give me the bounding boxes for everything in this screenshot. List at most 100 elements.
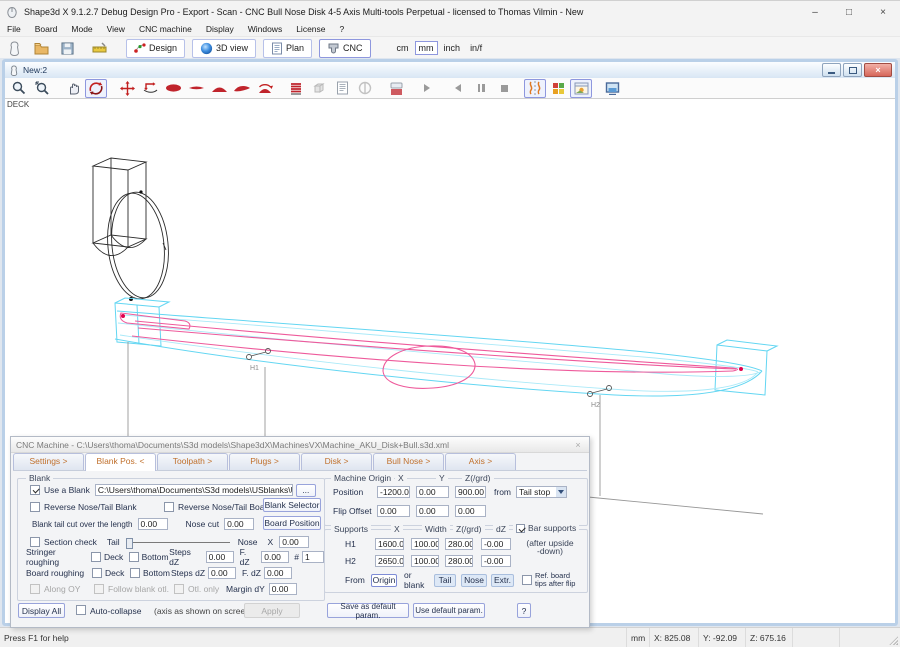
- tab-toolpath[interactable]: Toolpath >: [157, 453, 228, 470]
- nose-cut-field[interactable]: 0.00: [224, 518, 254, 530]
- unit-mm[interactable]: mm: [415, 41, 438, 55]
- blank-view-button[interactable]: [308, 79, 330, 98]
- toolpath-button[interactable]: [385, 79, 407, 98]
- title-bar[interactable]: Shape3d X 9.1.2.7 Debug Design Pro - Exp…: [0, 1, 900, 23]
- unit-inch[interactable]: inch: [440, 41, 465, 55]
- resize-grip[interactable]: [886, 628, 900, 647]
- blank-path-field[interactable]: C:\Users\thoma\Documents\S3d models\USbl…: [95, 484, 293, 496]
- bar-supports-checkbox[interactable]: [516, 524, 525, 533]
- h2-dz-field[interactable]: -0.00: [481, 555, 511, 567]
- h2-z-field[interactable]: 280.00: [445, 555, 473, 567]
- flip-y-field[interactable]: 0.00: [416, 505, 449, 517]
- deck-view-button[interactable]: [208, 79, 230, 98]
- play-backward-button[interactable]: [447, 79, 469, 98]
- color-layers-button[interactable]: [547, 79, 569, 98]
- board-steps-field[interactable]: 0.00: [208, 567, 236, 579]
- position-x-field[interactable]: -1200.00: [377, 486, 410, 498]
- use-default-button[interactable]: Use default param.: [413, 603, 485, 618]
- from-tail-button[interactable]: Tail: [434, 574, 456, 587]
- translate-board-button[interactable]: [116, 79, 138, 98]
- menu-cnc-machine[interactable]: CNC machine: [132, 23, 199, 36]
- h1-dz-field[interactable]: -0.00: [481, 538, 511, 550]
- board-deck-checkbox[interactable]: [92, 568, 102, 578]
- display-all-button[interactable]: Display All: [18, 603, 65, 618]
- 3d-view-button[interactable]: 3D view: [192, 39, 256, 58]
- h2-x-field[interactable]: 2650.00: [375, 555, 404, 567]
- pause-button[interactable]: [470, 79, 492, 98]
- reverse-blank-checkbox[interactable]: [30, 502, 40, 512]
- slices-button[interactable]: [285, 79, 307, 98]
- board-position-button[interactable]: Board Position: [263, 516, 321, 530]
- outline-view-button[interactable]: [162, 79, 184, 98]
- apply-button[interactable]: Apply: [244, 603, 300, 618]
- section-x-field[interactable]: 0.00: [279, 536, 309, 548]
- menu-display[interactable]: Display: [199, 23, 241, 36]
- blank-selector-button[interactable]: Blank Selector: [263, 498, 321, 512]
- menu-view[interactable]: View: [100, 23, 132, 36]
- design-mode-button[interactable]: Design: [126, 39, 185, 58]
- save-button[interactable]: [58, 40, 76, 56]
- fullscreen-button[interactable]: [601, 79, 623, 98]
- tab-axis[interactable]: Axis >: [445, 453, 516, 470]
- along-oy-checkbox[interactable]: [30, 584, 40, 594]
- tab-disk[interactable]: Disk >: [301, 453, 372, 470]
- menu-windows[interactable]: Windows: [241, 23, 289, 36]
- stringer-deck-checkbox[interactable]: [91, 552, 101, 562]
- dimensions-button[interactable]: [90, 40, 108, 56]
- stringer-fdz-field[interactable]: 0.00: [261, 551, 289, 563]
- otl-only-checkbox[interactable]: [174, 584, 184, 594]
- plan-mode-button[interactable]: Plan: [263, 39, 312, 58]
- close-button[interactable]: ×: [866, 1, 900, 23]
- flip-x-field[interactable]: 0.00: [377, 505, 410, 517]
- h1-z-field[interactable]: 280.00: [445, 538, 473, 550]
- tail-cut-field[interactable]: 0.00: [138, 518, 168, 530]
- tab-blank-pos[interactable]: Blank Pos. <: [85, 453, 156, 471]
- menu-license[interactable]: License: [289, 23, 332, 36]
- rocker-shift-button[interactable]: [139, 79, 161, 98]
- zoom-in-button[interactable]: [8, 79, 30, 98]
- reverse-board-checkbox[interactable]: [164, 502, 174, 512]
- spec-sheet-button[interactable]: [331, 79, 353, 98]
- child-close-button[interactable]: ×: [864, 63, 892, 77]
- preview-image-button[interactable]: [570, 79, 592, 98]
- play-forward-button[interactable]: [416, 79, 438, 98]
- cnc-mode-button[interactable]: CNC: [319, 39, 371, 58]
- tab-settings[interactable]: Settings >: [13, 453, 84, 470]
- ref-board-tips-checkbox[interactable]: [522, 575, 532, 585]
- unit-cm[interactable]: cm: [393, 41, 413, 55]
- tab-plugs[interactable]: Plugs >: [229, 453, 300, 470]
- dropdown-arrow-icon[interactable]: [556, 486, 567, 498]
- maximize-button[interactable]: □: [832, 1, 866, 23]
- from-origin-button[interactable]: Origin: [371, 574, 397, 587]
- thickness-view-button[interactable]: [185, 79, 207, 98]
- child-minimize-button[interactable]: [822, 63, 841, 77]
- scan-tool-button[interactable]: [5, 40, 23, 56]
- rocker-view-button[interactable]: [231, 79, 253, 98]
- board-bottom-checkbox[interactable]: [130, 568, 140, 578]
- flip-board-button[interactable]: [254, 79, 276, 98]
- child-title-bar[interactable]: New:2 ×: [5, 62, 895, 78]
- save-default-button[interactable]: Save as default param.: [327, 603, 409, 618]
- stringer-count-field[interactable]: 1: [302, 551, 324, 563]
- section-check-checkbox[interactable]: [30, 537, 40, 547]
- stringer-steps-field[interactable]: 0.00: [206, 551, 234, 563]
- guidelines-button[interactable]: [354, 79, 376, 98]
- from-nose-button[interactable]: Nose: [461, 574, 487, 587]
- from-dropdown[interactable]: Tail stop: [516, 486, 567, 498]
- rotate-view-button[interactable]: [85, 79, 107, 98]
- minimize-button[interactable]: –: [798, 1, 832, 23]
- use-blank-checkbox[interactable]: [30, 485, 40, 495]
- position-y-field[interactable]: 0.00: [416, 486, 449, 498]
- browse-blank-button[interactable]: ...: [296, 484, 316, 497]
- tab-bull-nose[interactable]: Bull Nose >: [373, 453, 444, 470]
- dialog-close-icon[interactable]: ×: [572, 440, 584, 450]
- stringer-bottom-checkbox[interactable]: [129, 552, 139, 562]
- unit-inf[interactable]: in/f: [466, 41, 486, 55]
- follow-blank-checkbox[interactable]: [94, 584, 104, 594]
- menu-file[interactable]: File: [0, 23, 28, 36]
- open-button[interactable]: [32, 40, 50, 56]
- h1-x-field[interactable]: 1600.00: [375, 538, 404, 550]
- h1-width-field[interactable]: 100.00: [411, 538, 439, 550]
- menu-mode[interactable]: Mode: [64, 23, 99, 36]
- dialog-help-button[interactable]: ?: [517, 603, 531, 618]
